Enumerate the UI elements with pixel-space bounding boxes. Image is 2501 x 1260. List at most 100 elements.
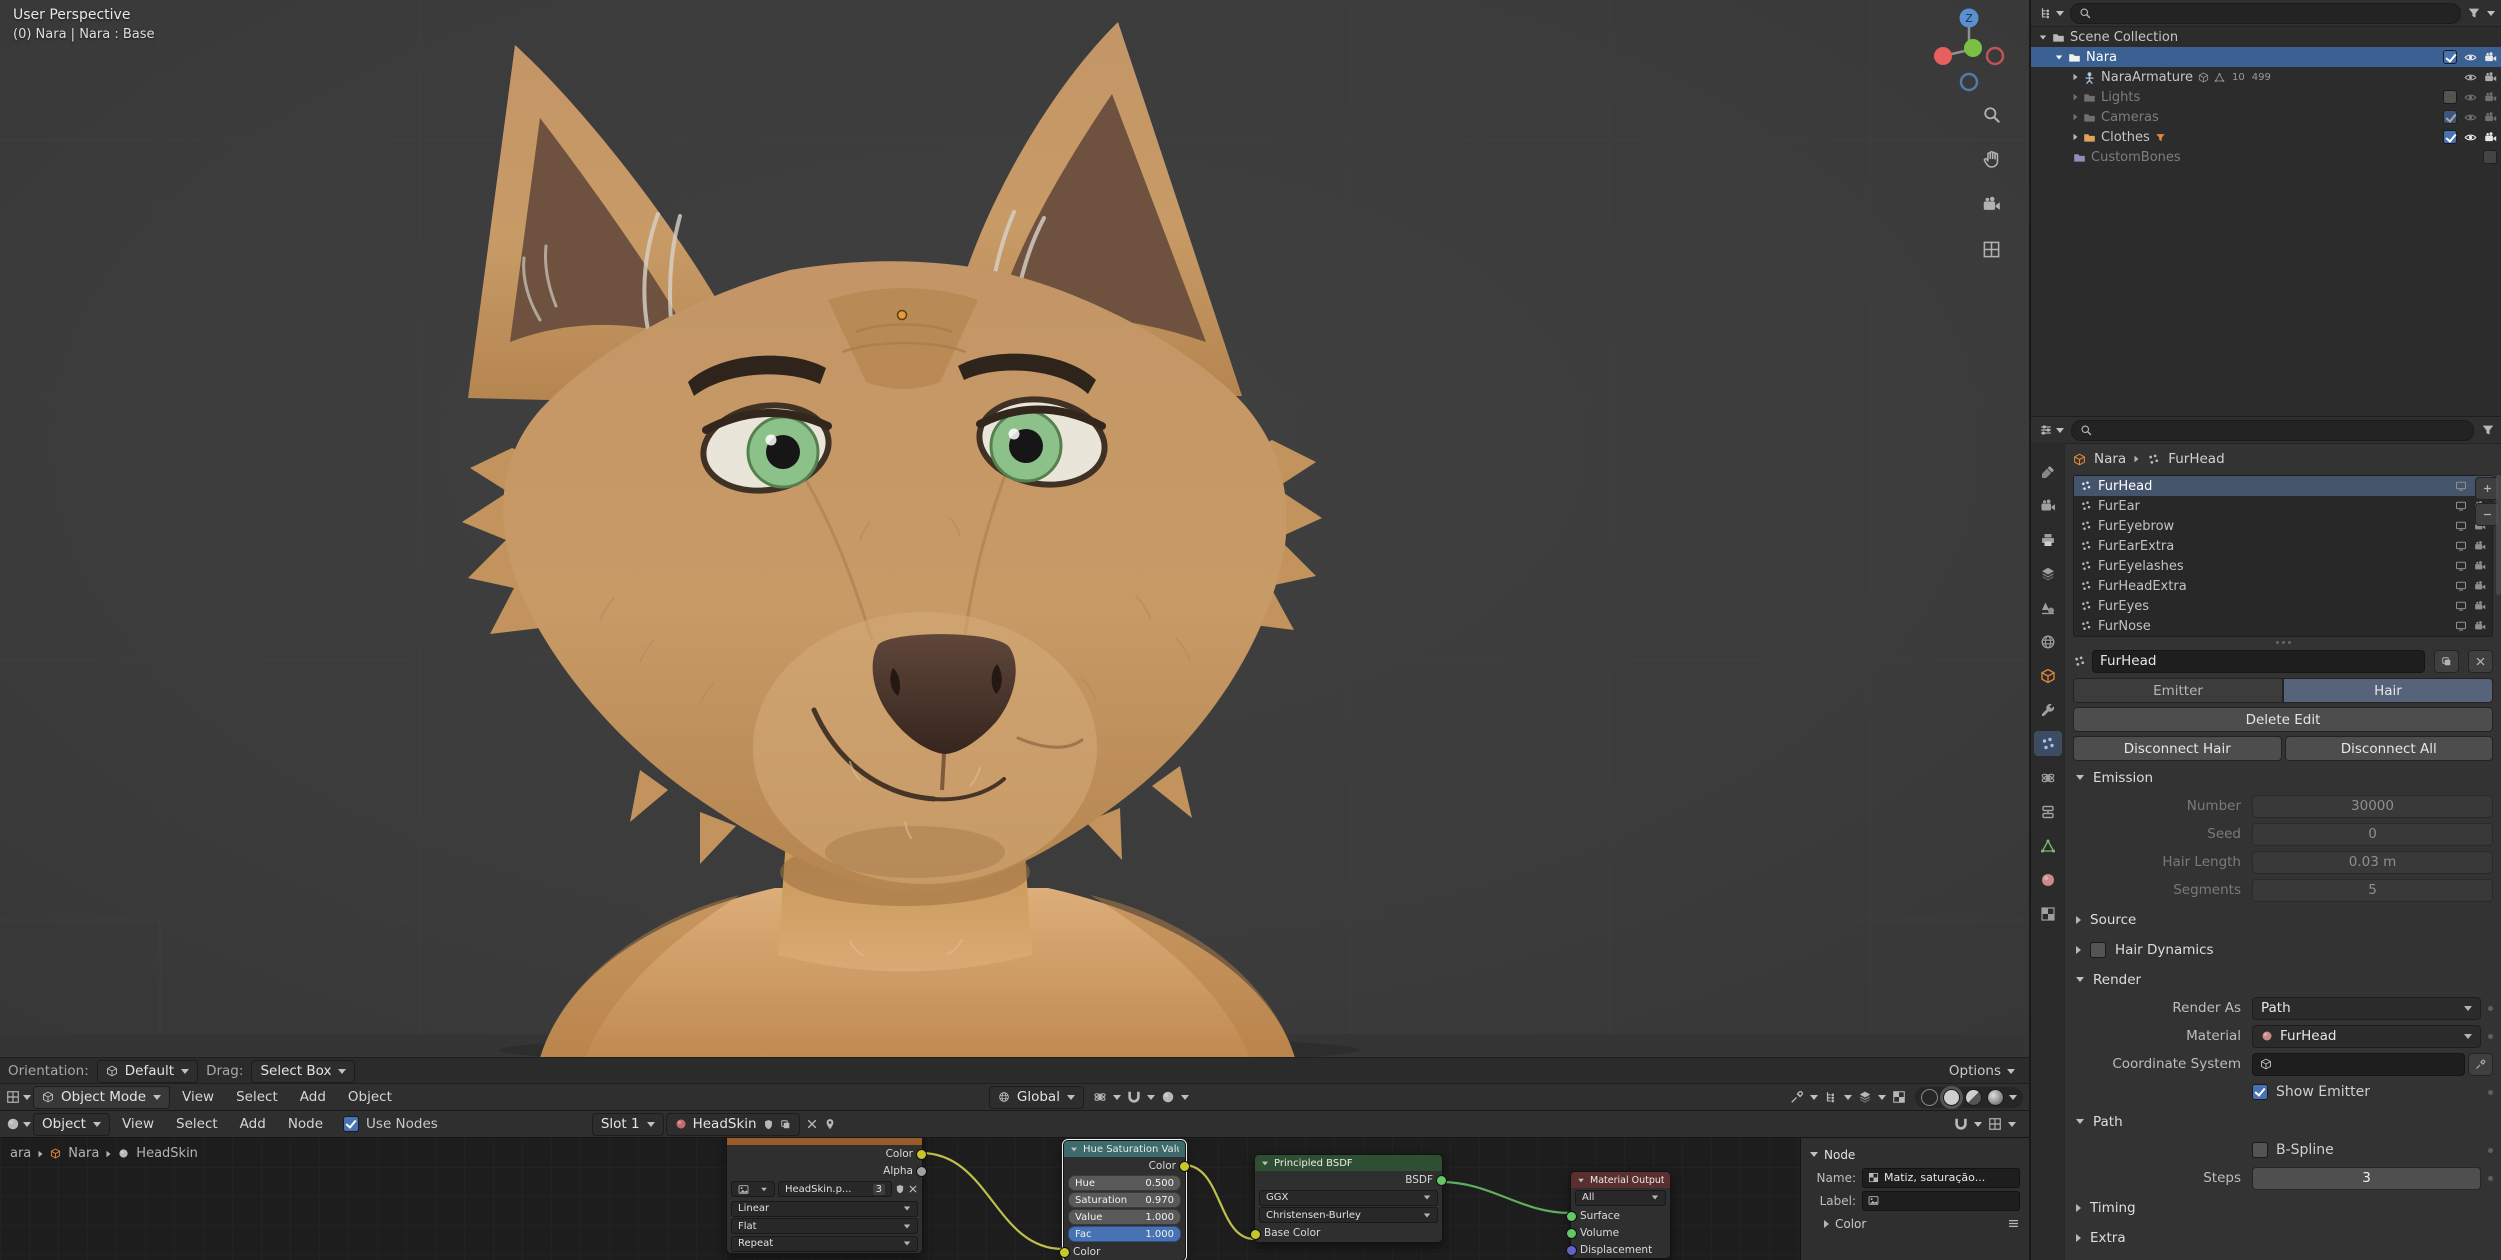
emitter-toggle-button[interactable]: Emitter [2073,678,2283,703]
image-fake-user-icon[interactable] [895,1184,905,1194]
shading-material-icon[interactable] [1965,1088,1982,1106]
saturation-field[interactable]: Saturation 0.970 [1068,1192,1181,1208]
tab-material-icon[interactable] [2034,867,2062,892]
menu-select[interactable]: Select [226,1089,288,1105]
viewport-display-section-header[interactable]: Viewport Display [2073,1254,2493,1260]
extension-dropdown[interactable]: Repeat [731,1235,918,1252]
exclude-checkbox[interactable] [2443,50,2457,64]
show-overlays-icon[interactable] [1858,1090,1872,1104]
render-camera-icon[interactable] [2484,131,2497,144]
gizmo-x-axis[interactable] [1934,47,1952,65]
render-camera-icon[interactable] [2484,71,2497,84]
outliner-row-cameras[interactable]: Cameras [2031,107,2501,127]
transform-orientation-dropdown[interactable]: Global [988,1085,1084,1109]
tab-constraints-icon[interactable] [2034,799,2062,824]
viewport-toggle-icon[interactable] [2455,540,2467,552]
render-section-header[interactable]: Render [2073,966,2493,993]
render-camera-icon[interactable] [2484,111,2497,124]
zoom-icon[interactable] [1977,100,2005,128]
outliner-editor-icon[interactable] [2039,6,2064,20]
coordinate-system-field[interactable] [2252,1052,2465,1076]
node-canvas[interactable]: ara Nara HeadSkin Color Alpha HeadSkin.p… [0,1137,2029,1260]
pivot-point-icon[interactable] [1093,1090,1107,1104]
list-item[interactable]: FurEarExtra [2074,536,2492,556]
tab-physics-icon[interactable] [2034,765,2062,790]
drag-dropdown[interactable]: Select Box [251,1059,356,1083]
image-node-header[interactable] [727,1138,922,1145]
properties-filter-icon[interactable] [2481,423,2495,437]
output-node-header[interactable]: Material Output [1571,1172,1670,1188]
source-section-header[interactable]: Source [2073,906,2493,933]
tab-world-icon[interactable] [2034,629,2062,654]
image-unlink-icon[interactable] [908,1184,918,1194]
timing-section-header[interactable]: Timing [2073,1194,2493,1221]
gizmo-x-neg[interactable] [1985,46,2005,66]
value-field[interactable]: Value 1.000 [1068,1209,1181,1225]
use-nodes-checkbox[interactable] [343,1116,360,1132]
list-item[interactable]: FurEar [2074,496,2492,516]
hue-field[interactable]: Hue 0.500 [1068,1175,1181,1191]
exclude-checkbox[interactable] [2443,130,2457,144]
render-toggle-icon[interactable] [2474,540,2486,552]
number-field[interactable]: 30000 [2252,794,2493,818]
segments-field[interactable]: 5 [2252,878,2493,902]
tab-output-icon[interactable] [2034,527,2062,552]
outliner-row-nara[interactable]: Nara [2031,47,2501,67]
tab-texture-icon[interactable] [2034,901,2062,926]
tab-tool-icon[interactable] [2034,459,2062,484]
interpolation-dropdown[interactable]: Linear [731,1200,918,1217]
volume-input-socket[interactable] [1566,1228,1577,1239]
extra-section-header[interactable]: Extra [2073,1224,2493,1251]
node-panel-header[interactable]: Node [1810,1143,2020,1166]
tab-object-icon[interactable] [2034,663,2062,688]
image-user-count[interactable]: 3 [872,1183,885,1195]
menu-view[interactable]: View [172,1089,224,1105]
hide-eye-icon[interactable] [2464,111,2477,124]
render-as-dropdown[interactable]: Path [2252,996,2481,1020]
outliner-row-lights[interactable]: Lights [2031,87,2501,107]
pin-icon[interactable] [824,1118,836,1130]
viewport-canvas[interactable]: User Perspective (0) Nara | Nara : Base … [0,0,2029,1058]
hair-length-field[interactable]: 0.03 m [2252,850,2493,874]
fac-field[interactable]: Fac 1.000 [1068,1226,1181,1242]
outliner-search-input[interactable] [2070,2,2461,24]
list-item[interactable]: FurEyelashes [2074,556,2492,576]
tab-object-data-icon[interactable] [2034,833,2062,858]
node-name-field[interactable]: Matiz, saturação... [1862,1167,2020,1188]
breadcrumb-object-name[interactable]: Nara [2094,451,2126,467]
hair-dynamics-checkbox[interactable] [2090,941,2106,958]
tab-scene-icon[interactable] [2034,595,2062,620]
viewport-toggle-icon[interactable] [2455,500,2467,512]
image-datablock-field[interactable]: HeadSkin.p... 3 [778,1181,892,1197]
render-toggle-icon[interactable] [2474,580,2486,592]
properties-scrollbar[interactable] [2496,475,2501,595]
viewport-toggle-icon[interactable] [2455,620,2467,632]
disconnect-hair-button[interactable]: Disconnect Hair [2073,736,2282,761]
selectability-icon[interactable] [1790,1090,1804,1104]
render-toggle-icon[interactable] [2474,620,2486,632]
exclude-checkbox[interactable] [2443,90,2457,104]
pan-hand-icon[interactable] [1977,145,2005,173]
bsdf-output-socket[interactable] [1436,1175,1447,1186]
navigation-gizmo[interactable]: Z [1927,4,2011,92]
shading-wireframe-icon[interactable] [1921,1088,1938,1106]
gizmo-y-axis[interactable] [1964,39,1982,57]
hair-toggle-button[interactable]: Hair [2283,678,2493,703]
disconnect-all-button[interactable]: Disconnect All [2284,736,2493,761]
orientation-dropdown[interactable]: Default [96,1059,199,1083]
render-camera-icon[interactable] [2484,91,2497,104]
hsv-color-input-socket[interactable] [1059,1247,1070,1258]
unlink-material-icon[interactable] [806,1118,818,1130]
menu-add[interactable]: Add [290,1089,336,1105]
shader-overlay-icon[interactable] [1988,1117,2002,1131]
principled-bsdf-node[interactable]: Principled BSDF BSDF GGX Christensen-Bur… [1250,1154,1447,1243]
render-toggle-icon[interactable] [2474,600,2486,612]
subsurface-method-dropdown[interactable]: Christensen-Burley [1259,1207,1438,1223]
options-dropdown[interactable]: Options [1949,1063,2015,1079]
material-dropdown[interactable]: FurHead [2252,1024,2481,1048]
render-toggle-icon[interactable] [2474,560,2486,572]
copy-datablock-icon[interactable] [780,1119,791,1130]
delete-edit-button[interactable]: Delete Edit [2073,707,2493,732]
tab-particles-icon[interactable] [2034,731,2062,756]
tab-modifiers-icon[interactable] [2034,697,2062,722]
